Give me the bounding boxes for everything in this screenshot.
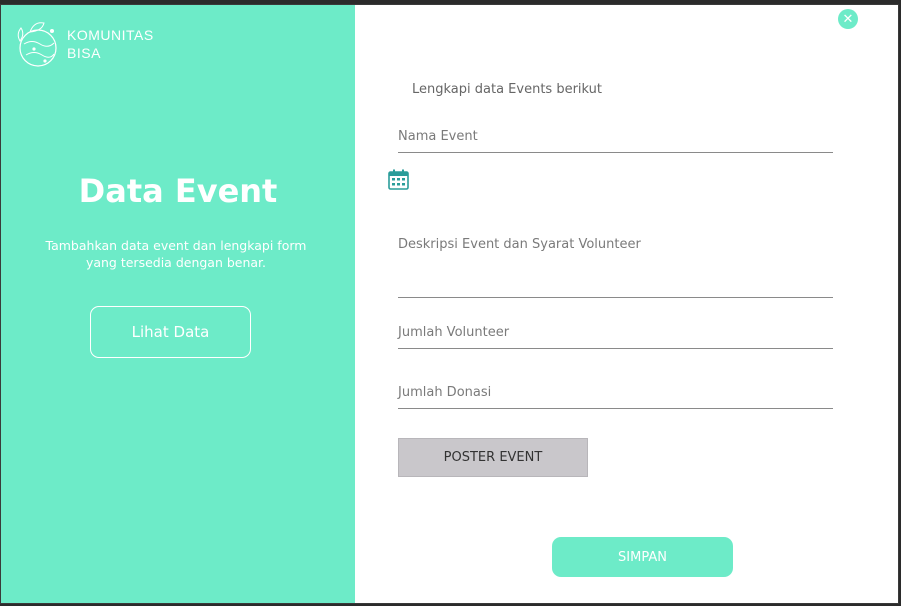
form-heading: Lengkapi data Events berikut <box>412 82 602 97</box>
page-title: Data Event <box>78 172 278 210</box>
lihat-data-button[interactable]: Lihat Data <box>90 306 251 358</box>
nama-event-field[interactable]: Nama Event <box>398 129 833 153</box>
page-subtitle-line1: Tambahkan data event dan lengkapi form <box>45 238 307 253</box>
close-icon: ✕ <box>842 11 854 27</box>
brand-name-line2: BISA <box>67 45 101 61</box>
brand-name-line1: KOMUNITAS <box>67 27 154 43</box>
page-subtitle: Tambahkan data event dan lengkapi form y… <box>31 237 321 271</box>
jumlah-donasi-field[interactable]: Jumlah Donasi <box>398 385 833 409</box>
jumlah-volunteer-field[interactable]: Jumlah Volunteer <box>398 325 833 349</box>
brand-logo: KOMUNITAS BISA <box>14 17 154 71</box>
left-panel: KOMUNITAS BISA Data Event Tambahkan data… <box>1 5 355 603</box>
poster-event-button[interactable]: POSTER EVENT <box>398 438 588 477</box>
globe-leaf-logo-icon <box>17 22 57 67</box>
simpan-button[interactable]: SIMPAN <box>552 537 733 577</box>
close-button[interactable]: ✕ <box>838 9 858 29</box>
deskripsi-event-field[interactable]: Deskripsi Event dan Syarat Volunteer <box>398 237 833 298</box>
brand-name: KOMUNITAS BISA <box>67 26 154 62</box>
calendar-icon[interactable] <box>388 169 409 190</box>
page-subtitle-line2: yang tersedia dengan benar. <box>85 255 267 270</box>
dialog-window: KOMUNITAS BISA Data Event Tambahkan data… <box>0 4 899 604</box>
